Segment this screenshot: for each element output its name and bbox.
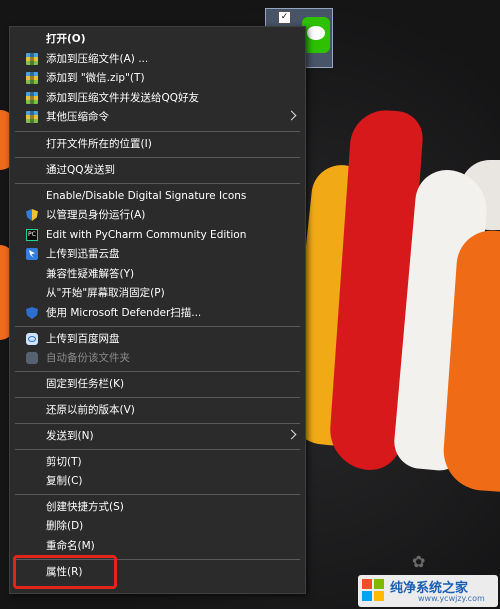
wechat-app-icon xyxy=(302,17,330,53)
menu-separator xyxy=(15,449,300,450)
winrar-icon xyxy=(26,111,38,123)
menu-item-open-location[interactable]: 打开文件所在的位置(I) xyxy=(10,135,305,154)
chevron-right-icon xyxy=(286,110,297,121)
menu-separator xyxy=(15,397,300,398)
menu-item-add-to-zip[interactable]: 添加到 "微信.zip"(T) xyxy=(10,69,305,88)
uac-shield-icon xyxy=(26,209,38,221)
menu-item-open[interactable]: 打开(O) xyxy=(10,30,305,49)
menu-item-edit-pycharm[interactable]: Edit with PyCharm Community Edition xyxy=(10,226,305,245)
menu-separator xyxy=(15,183,300,184)
winrar-icon xyxy=(26,72,38,84)
chevron-right-icon xyxy=(286,429,297,440)
thunder-icon xyxy=(26,248,38,260)
baidu-netdisk-icon xyxy=(26,352,38,364)
properties-highlight-box xyxy=(13,555,117,589)
context-menu: 打开(O) 添加到压缩文件(A) ... 添加到 "微信.zip"(T) 添加到… xyxy=(9,26,306,594)
menu-item-add-send-qq[interactable]: 添加到压缩文件并发送给QQ好友 xyxy=(10,89,305,108)
pycharm-icon xyxy=(26,229,38,241)
winrar-icon xyxy=(26,92,38,104)
menu-item-auto-backup: 自动备份该文件夹 xyxy=(10,349,305,368)
menu-separator xyxy=(15,157,300,158)
site-watermark: 纯净系统之家 www.ycwjzy.com xyxy=(358,575,498,607)
menu-separator xyxy=(15,131,300,132)
menu-item-send-via-qq[interactable]: 通过QQ发送到 xyxy=(10,161,305,180)
menu-item-cut[interactable]: 剪切(T) xyxy=(10,453,305,472)
menu-item-restore-versions[interactable]: 还原以前的版本(V) xyxy=(10,401,305,420)
menu-separator xyxy=(15,423,300,424)
paw-watermark-icon: ✿ xyxy=(412,552,426,571)
windows-logo-icon xyxy=(362,579,386,603)
watermark-url: www.ycwjzy.com xyxy=(418,594,485,603)
checkbox-icon[interactable]: ✓ xyxy=(278,11,291,24)
baidu-netdisk-icon xyxy=(26,333,38,345)
menu-item-send-to[interactable]: 发送到(N) xyxy=(10,427,305,446)
menu-item-defender-scan[interactable]: 使用 Microsoft Defender扫描... xyxy=(10,304,305,323)
menu-item-copy[interactable]: 复制(C) xyxy=(10,472,305,491)
menu-item-delete[interactable]: 删除(D) xyxy=(10,517,305,536)
menu-item-rename[interactable]: 重命名(M) xyxy=(10,537,305,556)
menu-item-run-as-admin[interactable]: 以管理员身份运行(A) xyxy=(10,206,305,225)
menu-item-create-shortcut[interactable]: 创建快捷方式(S) xyxy=(10,498,305,517)
menu-item-add-to-archive[interactable]: 添加到压缩文件(A) ... xyxy=(10,50,305,69)
menu-item-upload-thunder[interactable]: 上传到迅雷云盘 xyxy=(10,245,305,264)
menu-separator xyxy=(15,326,300,327)
menu-item-other-compress[interactable]: 其他压缩命令 xyxy=(10,108,305,127)
defender-icon xyxy=(26,307,38,319)
menu-item-compat-troubleshoot[interactable]: 兼容性疑难解答(Y) xyxy=(10,265,305,284)
menu-item-digital-signature[interactable]: Enable/Disable Digital Signature Icons xyxy=(10,187,305,206)
menu-item-pin-taskbar[interactable]: 固定到任务栏(K) xyxy=(10,375,305,394)
winrar-icon xyxy=(26,53,38,65)
menu-item-unpin-start[interactable]: 从"开始"屏幕取消固定(P) xyxy=(10,284,305,303)
menu-separator xyxy=(15,494,300,495)
menu-item-upload-baidu[interactable]: 上传到百度网盘 xyxy=(10,330,305,349)
menu-separator xyxy=(15,371,300,372)
